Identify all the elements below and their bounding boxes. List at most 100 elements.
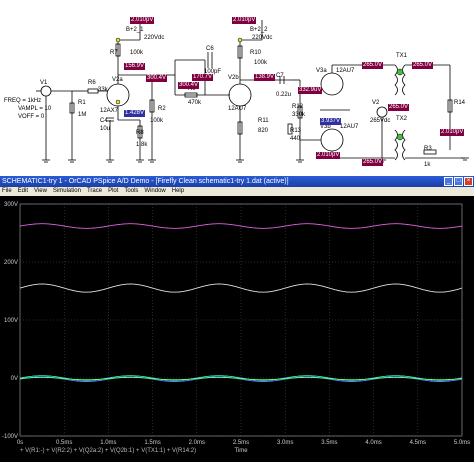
b2-label: B+2_2 <box>250 27 268 33</box>
probe-v3b-low[interactable]: 2.010pV <box>316 152 341 159</box>
r3-label: R3 <box>424 146 432 152</box>
c7-value: 0.22u <box>276 92 292 98</box>
probe-b2[interactable]: 2.010pV <box>232 17 257 24</box>
waveform-chart[interactable]: 0s 0.5ms 1.0ms 1.5ms 2.0ms 2.5ms 3.0ms 3.5ms 4.0… <box>0 196 474 462</box>
probe-v3a[interactable]: 265.0V <box>362 62 384 69</box>
r2-label: R2 <box>158 106 166 112</box>
r1-value: 1M <box>78 112 87 118</box>
maximize-button[interactable]: □ <box>454 177 463 186</box>
x-tick-label: 0.5ms <box>56 440 72 446</box>
r8-value: 1.8k <box>136 142 148 148</box>
close-button[interactable]: × <box>464 177 473 186</box>
x-tick-label: 5.0ms <box>454 440 470 446</box>
x-tick-label: 4.5ms <box>410 440 426 446</box>
v2-label: V2 <box>372 100 380 106</box>
x-tick-label: 0s <box>17 440 23 446</box>
v3a-type: 12AU7 <box>336 68 355 74</box>
v1-freq-label: FREQ = 1kHz <box>4 98 42 104</box>
x-tick-label: 4.0ms <box>365 440 381 446</box>
legend-text: + V(R1:-) + V(R2:2) + V(Q2a:2) + V(Q2b:1… <box>20 448 196 454</box>
v1-label: V1 <box>40 80 48 86</box>
y-tick-label: 200V <box>4 260 18 266</box>
window-titlebar[interactable]: SCHEMATIC1-try 1 - OrCAD PSpice A/D Demo… <box>0 176 474 187</box>
r10-value: 100k <box>254 60 268 66</box>
c7-label: C7 <box>276 73 284 79</box>
r7-value: 100k <box>130 50 144 56</box>
r13-label: R13 <box>290 128 302 134</box>
menu-edit[interactable]: Edit <box>18 187 28 196</box>
c4-value: 10u <box>100 126 111 132</box>
schematic-area: V1 FREQ = 1kHz VAMPL = 10 VOFF = 0 R6 33… <box>0 0 474 176</box>
menu-help[interactable]: Help <box>172 187 184 196</box>
probe-tx-mid[interactable]: 265.0V <box>388 104 410 111</box>
probe-tx1[interactable]: 265.0V <box>412 62 434 69</box>
y-tick-label: -100V <box>2 434 18 440</box>
x-tick-label: 1.0ms <box>100 440 116 446</box>
window-controls: _ □ × <box>444 177 473 186</box>
r7-label: R7 <box>110 50 118 56</box>
y-tick-label: 300V <box>4 202 18 208</box>
tx2-label: TX2 <box>396 116 408 122</box>
probe-v2b-out[interactable]: 332.9uV <box>298 87 323 94</box>
minimize-button[interactable]: _ <box>444 177 453 186</box>
probe-mid2[interactable]: 170.7V <box>192 74 214 81</box>
r6-value: 33k <box>98 87 108 93</box>
waveform-plot[interactable]: 0s 0.5ms 1.0ms 1.5ms 2.0ms 2.5ms 3.0ms 3.5ms 4.0… <box>0 196 474 462</box>
schematic-wiring <box>36 20 469 163</box>
probe-v2b-plate[interactable]: 138.9V <box>254 74 276 81</box>
probe-right[interactable]: 2.010pV <box>440 129 465 136</box>
v2b-label: V2b <box>228 75 239 81</box>
pspice-window: SCHEMATIC1-try 1 - OrCAD PSpice A/D Demo… <box>0 176 474 462</box>
probe-mid3[interactable]: 300.4V <box>178 82 200 89</box>
r13-value: 440 <box>290 136 301 142</box>
v3a-label: V3a <box>316 68 327 74</box>
x-tick-label: 3.5ms <box>321 440 337 446</box>
probe-v2a-grid[interactable]: 1.428V <box>124 110 146 117</box>
r14-label: R14 <box>454 100 466 106</box>
x-tick-label: 1.5ms <box>144 440 160 446</box>
x-axis-label: Time <box>234 448 248 454</box>
probe-v3b[interactable]: 3.937V <box>320 118 342 125</box>
menu-plot[interactable]: Plot <box>108 187 118 196</box>
r9-value: 470k <box>188 100 202 106</box>
probe-bottom[interactable]: 265.0V <box>362 159 384 166</box>
v1-voff-label: VOFF = 0 <box>18 114 45 120</box>
b2-value: 220Vdc <box>252 35 273 41</box>
probe-v2a-plate[interactable]: 156.9V <box>124 63 146 70</box>
x-tick-label: 3.0ms <box>277 440 293 446</box>
menu-trace[interactable]: Trace <box>87 187 102 196</box>
c6-label: C6 <box>206 46 214 52</box>
x-tick-label: 2.0ms <box>189 440 205 446</box>
v1-vampl-label: VAMPL = 10 <box>18 106 52 112</box>
r1-label: R1 <box>78 100 86 106</box>
v2-value: 265Vdc <box>370 118 391 124</box>
r12-value: 330k <box>292 112 306 118</box>
v3b-type: 12AU7 <box>340 124 359 130</box>
menubar: File Edit View Simulation Trace Plot Too… <box>0 187 474 196</box>
r2-value: 100k <box>150 118 164 124</box>
r11-value: 820 <box>258 128 269 134</box>
menu-tools[interactable]: Tools <box>124 187 138 196</box>
b1-value: 220Vdc <box>144 35 165 41</box>
v3b-label: V3b <box>320 124 331 130</box>
probe-mid1[interactable]: 300.4V <box>146 75 168 82</box>
menu-file[interactable]: File <box>2 187 12 196</box>
y-tick-label: 0V <box>11 376 18 382</box>
x-tick-label: 2.5ms <box>233 440 249 446</box>
tx1-label: TX1 <box>396 53 408 59</box>
menu-view[interactable]: View <box>34 187 47 196</box>
r8-label: R8 <box>136 130 144 136</box>
probe-b1[interactable]: 2.010pV <box>130 17 155 24</box>
r6-label: R6 <box>88 80 96 86</box>
r3-value: 1k <box>424 162 431 168</box>
b1-label: B+2_1 <box>126 27 144 33</box>
r10-label: R10 <box>250 50 262 56</box>
c4-label: C4 <box>100 118 108 124</box>
window-title: SCHEMATIC1-try 1 - OrCAD PSpice A/D Demo… <box>2 178 289 185</box>
v2b-type: 12AU7 <box>228 106 247 112</box>
r12-label: R12 <box>292 104 304 110</box>
v2a-type: 12AX7 <box>100 108 119 114</box>
r11-label: R11 <box>258 118 269 124</box>
menu-simulation[interactable]: Simulation <box>53 187 81 196</box>
menu-window[interactable]: Window <box>144 187 165 196</box>
